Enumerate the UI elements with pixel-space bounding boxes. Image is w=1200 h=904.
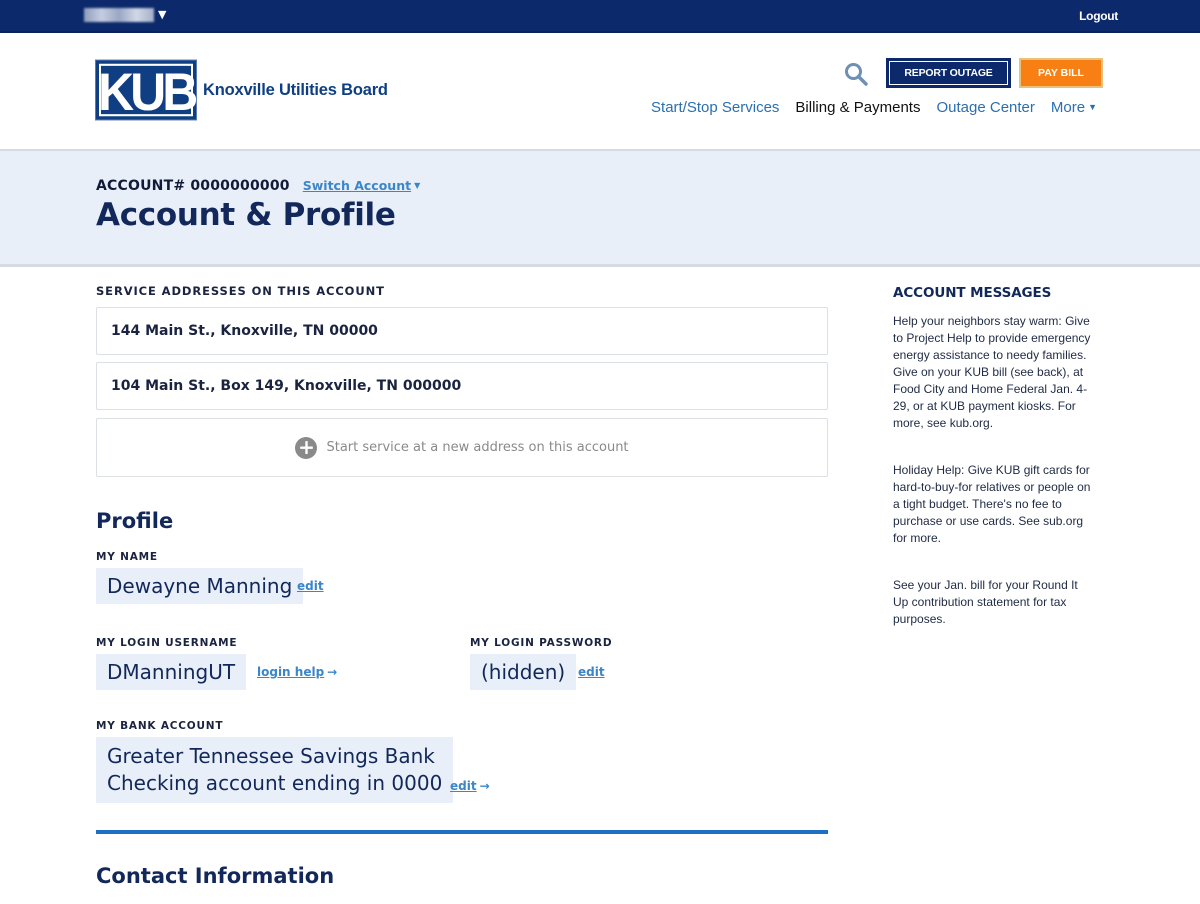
top-utility-bar: ▼ Logout <box>0 0 1200 33</box>
nav-start-stop-services[interactable]: Start/Stop Services <box>651 99 779 116</box>
page-banner: ACCOUNT# 0000000000 Switch Account ▼ Acco… <box>0 149 1200 267</box>
nav-more-label: More <box>1050 99 1086 116</box>
service-address-item[interactable]: 144 Main St., Knoxville, TN 00000 <box>96 307 828 355</box>
pay-bill-button[interactable]: PAY BILL <box>1019 58 1103 88</box>
bank-account-label: MY BANK ACCOUNT <box>96 720 224 732</box>
site-header: KUB Knoxville Utilities Board REPORT OUT… <box>0 33 1200 149</box>
my-name-value: Dewayne Manning <box>96 568 304 604</box>
service-address-item[interactable]: 104 Main St., Box 149, Knoxville, TN 000… <box>96 362 828 410</box>
login-password-label: MY LOGIN PASSWORD <box>470 637 613 649</box>
account-message: Help your neighbors stay warm: Give to P… <box>893 314 1091 430</box>
login-username-value: DManningUT <box>96 654 247 690</box>
account-message: See your Jan. bill for your Round It Up … <box>893 578 1078 626</box>
kub-logo-text: Knoxville Utilities Board <box>203 80 388 99</box>
start-new-service-button[interactable]: + Start service at a new address on this… <box>96 418 828 477</box>
my-name-label: MY NAME <box>96 551 158 563</box>
profile-heading: Profile <box>96 509 174 533</box>
main-nav: Start/Stop Services Billing & Payments O… <box>651 99 1097 116</box>
account-number: ACCOUNT# 0000000000 <box>96 178 290 194</box>
account-messages-heading: ACCOUNT MESSAGES <box>893 285 1052 301</box>
caret-down-icon: ▼ <box>1088 102 1097 112</box>
kub-logo-mark: KUB <box>96 60 198 121</box>
login-help-link[interactable]: login help → <box>257 665 337 679</box>
edit-name-link[interactable]: edit <box>297 579 324 593</box>
plus-circle-icon: + <box>295 436 318 459</box>
report-outage-button[interactable]: REPORT OUTAGE <box>886 58 1011 88</box>
caret-down-icon: ▼ <box>414 181 421 190</box>
switch-account-label: Switch Account <box>302 178 412 193</box>
edit-bank-account-link[interactable]: edit → <box>450 779 490 793</box>
logout-link[interactable]: Logout <box>1079 9 1118 23</box>
page-title: Account & Profile <box>96 197 396 233</box>
login-username-label: MY LOGIN USERNAME <box>96 637 238 649</box>
arrow-right-icon: → <box>327 665 338 679</box>
start-new-service-label: Start service at a new address on this a… <box>326 440 629 455</box>
service-addresses-label: SERVICE ADDRESSES ON THIS ACCOUNT <box>96 284 385 298</box>
section-divider <box>96 830 828 834</box>
service-addresses-section: SERVICE ADDRESSES ON THIS ACCOUNT 144 Ma… <box>96 284 828 477</box>
bank-account-type: Checking account ending in 0000 <box>107 771 443 795</box>
contact-information-heading: Contact Information <box>96 864 335 888</box>
account-line: ACCOUNT# 0000000000 Switch Account ▼ <box>96 178 420 194</box>
arrow-right-icon: → <box>479 779 490 793</box>
account-message: Holiday Help: Give KUB gift cards for ha… <box>893 463 1091 545</box>
switch-account-link[interactable]: Switch Account ▼ <box>303 178 420 193</box>
search-icon[interactable] <box>843 61 869 87</box>
nav-outage-center[interactable]: Outage Center <box>936 99 1034 116</box>
caret-down-icon[interactable]: ▼ <box>158 8 166 21</box>
kub-logo[interactable]: KUB Knoxville Utilities Board <box>96 60 388 121</box>
nav-more[interactable]: More ▼ <box>1051 99 1097 116</box>
edit-password-link[interactable]: edit <box>578 665 605 679</box>
bank-account-value: Greater Tennessee Savings Bank Checking … <box>96 737 454 803</box>
account-messages-panel: ACCOUNT MESSAGES Help your neighbors sta… <box>893 285 1093 658</box>
account-user-name-redacted[interactable] <box>84 8 154 22</box>
bank-name: Greater Tennessee Savings Bank <box>107 744 435 768</box>
nav-billing-payments[interactable]: Billing & Payments <box>795 99 920 116</box>
edit-bank-label: edit <box>450 779 477 793</box>
login-help-label: login help <box>257 665 325 679</box>
login-password-value: (hidden) <box>470 654 577 690</box>
